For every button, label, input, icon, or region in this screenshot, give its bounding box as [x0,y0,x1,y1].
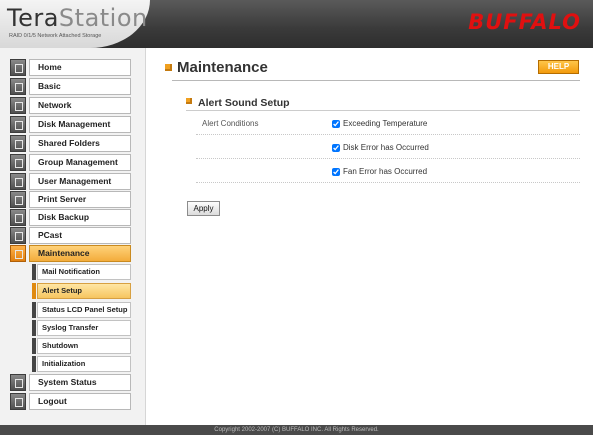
logo-dark-text: Tera [7,4,59,32]
nav-item-shared-folders[interactable]: Shared Folders [10,135,131,152]
title-divider [172,80,580,81]
printer-icon [10,191,26,208]
subnav-label: Initialization [37,356,131,372]
subnav-marker [32,356,36,372]
folder-icon [10,135,26,152]
help-button[interactable]: HELP [538,60,579,74]
subnav-item-initialization[interactable]: Initialization [32,356,131,372]
pcast-icon [10,227,26,244]
subnav-label: Syslog Transfer [37,320,131,336]
nav-item-maintenance[interactable]: Maintenance [10,245,131,262]
nav-item-network[interactable]: Network [10,97,131,114]
subnav-marker [32,338,36,354]
network-icon [10,97,26,114]
nav-label: Basic [29,78,131,95]
product-subtitle: RAID 0/1/5 Network Attached Storage [9,33,102,39]
basic-icon [10,78,26,95]
subnav-item-alert-setup[interactable]: Alert Setup [32,283,131,299]
subnav-label: Shutdown [37,338,131,354]
tools-icon [10,245,26,262]
section-bullet-icon [186,98,192,104]
backup-icon [10,209,26,226]
group-icon [10,154,26,171]
disk-error-checkbox[interactable] [332,144,340,152]
nav-item-disk-management[interactable]: Disk Management [10,116,131,133]
row-divider [196,134,580,135]
status-icon [10,374,26,391]
subnav-marker [32,302,36,318]
nav-label: Shared Folders [29,135,131,152]
nav-item-basic[interactable]: Basic [10,78,131,95]
section-divider [186,110,580,111]
subnav-marker [32,283,36,299]
row-divider [196,158,580,159]
header-bar: TeraStation RAID 0/1/5 Network Attached … [0,0,593,48]
nav-label: Network [29,97,131,114]
subnav-item-syslog-transfer[interactable]: Syslog Transfer [32,320,131,336]
nav-item-pcast[interactable]: PCast [10,227,131,244]
nav-label: Home [29,59,131,76]
nav-item-print-server[interactable]: Print Server [10,191,131,208]
subnav-item-shutdown[interactable]: Shutdown [32,338,131,354]
nav-item-home[interactable]: Home [10,59,131,76]
nav-label: System Status [29,374,131,391]
nav-label: Disk Backup [29,209,131,226]
nav-item-disk-backup[interactable]: Disk Backup [10,209,131,226]
nav-label: User Management [29,173,131,190]
condition-label: Fan Error has Occurred [343,167,428,176]
condition-label: Disk Error has Occurred [343,143,429,152]
subnav-label: Mail Notification [37,264,131,280]
nav-label: Logout [29,393,131,410]
subnav-marker [32,264,36,280]
nav-item-group-management[interactable]: Group Management [10,154,131,171]
brand-logo: BUFFALO [468,10,581,34]
nav-label: PCast [29,227,131,244]
footer-copyright: Copyright 2002-2007 (C) BUFFALO INC. All… [0,425,593,435]
alert-conditions-label: Alert Conditions [202,119,259,128]
subnav-label: Status LCD Panel Setup [37,302,131,318]
section-title: Alert Sound Setup [198,97,290,109]
fan-error-checkbox[interactable] [332,168,340,176]
nav-label: Disk Management [29,116,131,133]
nav-label: Maintenance [29,245,131,262]
page-title: Maintenance [177,59,268,76]
apply-button[interactable]: Apply [187,201,220,216]
nav-item-system-status[interactable]: System Status [10,374,131,391]
nav-label: Group Management [29,154,131,171]
logout-icon [10,393,26,410]
exceeding-temperature-checkbox[interactable] [332,120,340,128]
logo-light-text: Station [58,4,148,32]
disk-icon [10,116,26,133]
condition-label: Exceeding Temperature [343,119,428,128]
sidebar: Home Basic Network Disk Management Share… [0,48,146,425]
row-divider [196,182,580,183]
nav-item-user-management[interactable]: User Management [10,173,131,190]
title-bullet-icon [165,64,172,71]
nav-item-logout[interactable]: Logout [10,393,131,410]
subnav-item-status-lcd-panel-setup[interactable]: Status LCD Panel Setup [32,302,131,318]
nav-label: Print Server [29,191,131,208]
subnav-label: Alert Setup [37,283,131,299]
product-logo: TeraStation [7,4,148,32]
user-icon [10,173,26,190]
subnav-marker [32,320,36,336]
home-icon [10,59,26,76]
subnav-item-mail-notification[interactable]: Mail Notification [32,264,131,280]
